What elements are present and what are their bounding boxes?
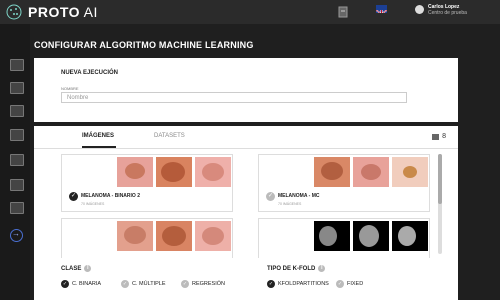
info-icon[interactable]: i bbox=[318, 265, 326, 272]
radio-unselected-icon: ✓ bbox=[181, 280, 189, 288]
mammogram-thumbnail bbox=[392, 221, 428, 251]
dataset-card[interactable]: ✓ MELANOMA - MC 70 IMÁGENES bbox=[258, 154, 430, 212]
skin-thumbnail bbox=[195, 157, 231, 187]
dataset-count: 70 IMÁGENES bbox=[81, 202, 105, 206]
skin-thumbnail bbox=[314, 157, 350, 187]
scrollbar-thumb[interactable] bbox=[438, 154, 442, 204]
kfold-section-title: TIPO DE K-FOLD i bbox=[267, 265, 326, 272]
dataset-card[interactable]: ✓ MELANOMA - BINARIO 2 70 IMÁGENES bbox=[61, 154, 233, 212]
image-count-icon bbox=[432, 133, 440, 140]
image-icon[interactable] bbox=[10, 59, 24, 71]
tab-images[interactable]: IMÁGENES bbox=[82, 133, 114, 139]
folder-icon[interactable] bbox=[10, 179, 24, 191]
skin-thumbnail bbox=[117, 157, 153, 187]
top-bar: PROTO AI Carlos Lopez Centro de prueba bbox=[0, 0, 500, 24]
kfold-option-partitions[interactable]: ✓ KFOLDPARTITIONS bbox=[267, 280, 329, 288]
skin-thumbnail bbox=[156, 157, 192, 187]
new-run-heading: NUEVA EJECUCIÓN bbox=[61, 70, 119, 76]
settings-icon[interactable] bbox=[10, 82, 24, 94]
mammogram-thumbnail bbox=[353, 221, 389, 251]
class-option-label: REGRESIÓN bbox=[192, 281, 226, 287]
name-label: NOMBRE bbox=[61, 86, 79, 91]
kfold-label: TIPO DE K-FOLD bbox=[267, 265, 316, 272]
uk-flag-icon[interactable] bbox=[376, 5, 387, 13]
dataset-card[interactable] bbox=[258, 218, 430, 258]
class-option-label: C. MÚLTIPLE bbox=[132, 281, 166, 287]
user-org: Centro de prueba bbox=[428, 10, 467, 16]
document-icon[interactable] bbox=[10, 129, 24, 141]
logo[interactable]: PROTO AI bbox=[6, 3, 98, 21]
folder-image-icon[interactable] bbox=[10, 202, 24, 214]
info-icon[interactable]: i bbox=[84, 265, 92, 272]
logo-accent-text: AI bbox=[83, 4, 98, 20]
image-count-value: 8 bbox=[442, 133, 446, 140]
file-icon[interactable] bbox=[338, 5, 348, 18]
skin-thumbnail bbox=[195, 221, 231, 251]
unselected-check-icon[interactable]: ✓ bbox=[266, 192, 275, 201]
class-option-binary[interactable]: ✓ C. BINARIA bbox=[61, 280, 101, 288]
sidebar bbox=[0, 24, 30, 300]
dataset-name: MELANOMA - MC bbox=[278, 193, 320, 199]
options-card: CLASE i ✓ C. BINARIA ✓ C. MÚLTIPLE ✓ REG… bbox=[34, 258, 458, 300]
radio-selected-icon: ✓ bbox=[267, 280, 275, 288]
skin-thumbnail bbox=[392, 157, 428, 187]
logo-icon bbox=[6, 4, 22, 20]
class-option-multiple[interactable]: ✓ C. MÚLTIPLE bbox=[121, 280, 166, 288]
dataset-name: MELANOMA - BINARIO 2 bbox=[81, 193, 140, 199]
skin-thumbnail bbox=[353, 157, 389, 187]
kfold-option-label: FIXED bbox=[347, 281, 364, 287]
tabs: IMÁGENES DATASETS 8 bbox=[34, 126, 458, 149]
class-label: CLASE bbox=[61, 265, 82, 272]
radio-selected-icon: ✓ bbox=[61, 280, 69, 288]
book-icon[interactable] bbox=[10, 105, 24, 117]
dataset-count: 70 IMÁGENES bbox=[278, 202, 302, 206]
user-menu[interactable]: Carlos Lopez Centro de prueba bbox=[415, 4, 467, 16]
avatar-icon bbox=[415, 5, 424, 14]
datasets-card: IMÁGENES DATASETS 8 ✓ MELANOMA - BINARIO… bbox=[34, 126, 458, 258]
logo-main-text: PROTO bbox=[28, 4, 81, 20]
class-option-regression[interactable]: ✓ REGRESIÓN bbox=[181, 280, 225, 288]
page-title: CONFIGURAR ALGORITMO MACHINE LEARNING bbox=[34, 40, 254, 50]
tab-datasets[interactable]: DATASETS bbox=[154, 133, 185, 139]
radio-unselected-icon: ✓ bbox=[336, 280, 344, 288]
image-count: 8 bbox=[432, 133, 446, 140]
skin-thumbnail bbox=[156, 221, 192, 251]
radio-unselected-icon: ✓ bbox=[121, 280, 129, 288]
new-run-card: NUEVA EJECUCIÓN NOMBRE Nombre bbox=[34, 58, 458, 122]
class-section-title: CLASE i bbox=[61, 265, 92, 272]
kfold-option-fixed[interactable]: ✓ FIXED bbox=[336, 280, 363, 288]
class-option-label: C. BINARIA bbox=[72, 281, 102, 287]
skin-thumbnail bbox=[117, 221, 153, 251]
tab-active-underline bbox=[82, 146, 116, 148]
arrow-right-icon[interactable] bbox=[10, 229, 23, 242]
selected-check-icon[interactable]: ✓ bbox=[69, 192, 78, 201]
gallery-icon[interactable] bbox=[10, 154, 24, 166]
dataset-card[interactable] bbox=[61, 218, 233, 258]
mammogram-thumbnail bbox=[314, 221, 350, 251]
name-input[interactable]: Nombre bbox=[61, 92, 407, 103]
kfold-option-label: KFOLDPARTITIONS bbox=[278, 281, 329, 287]
